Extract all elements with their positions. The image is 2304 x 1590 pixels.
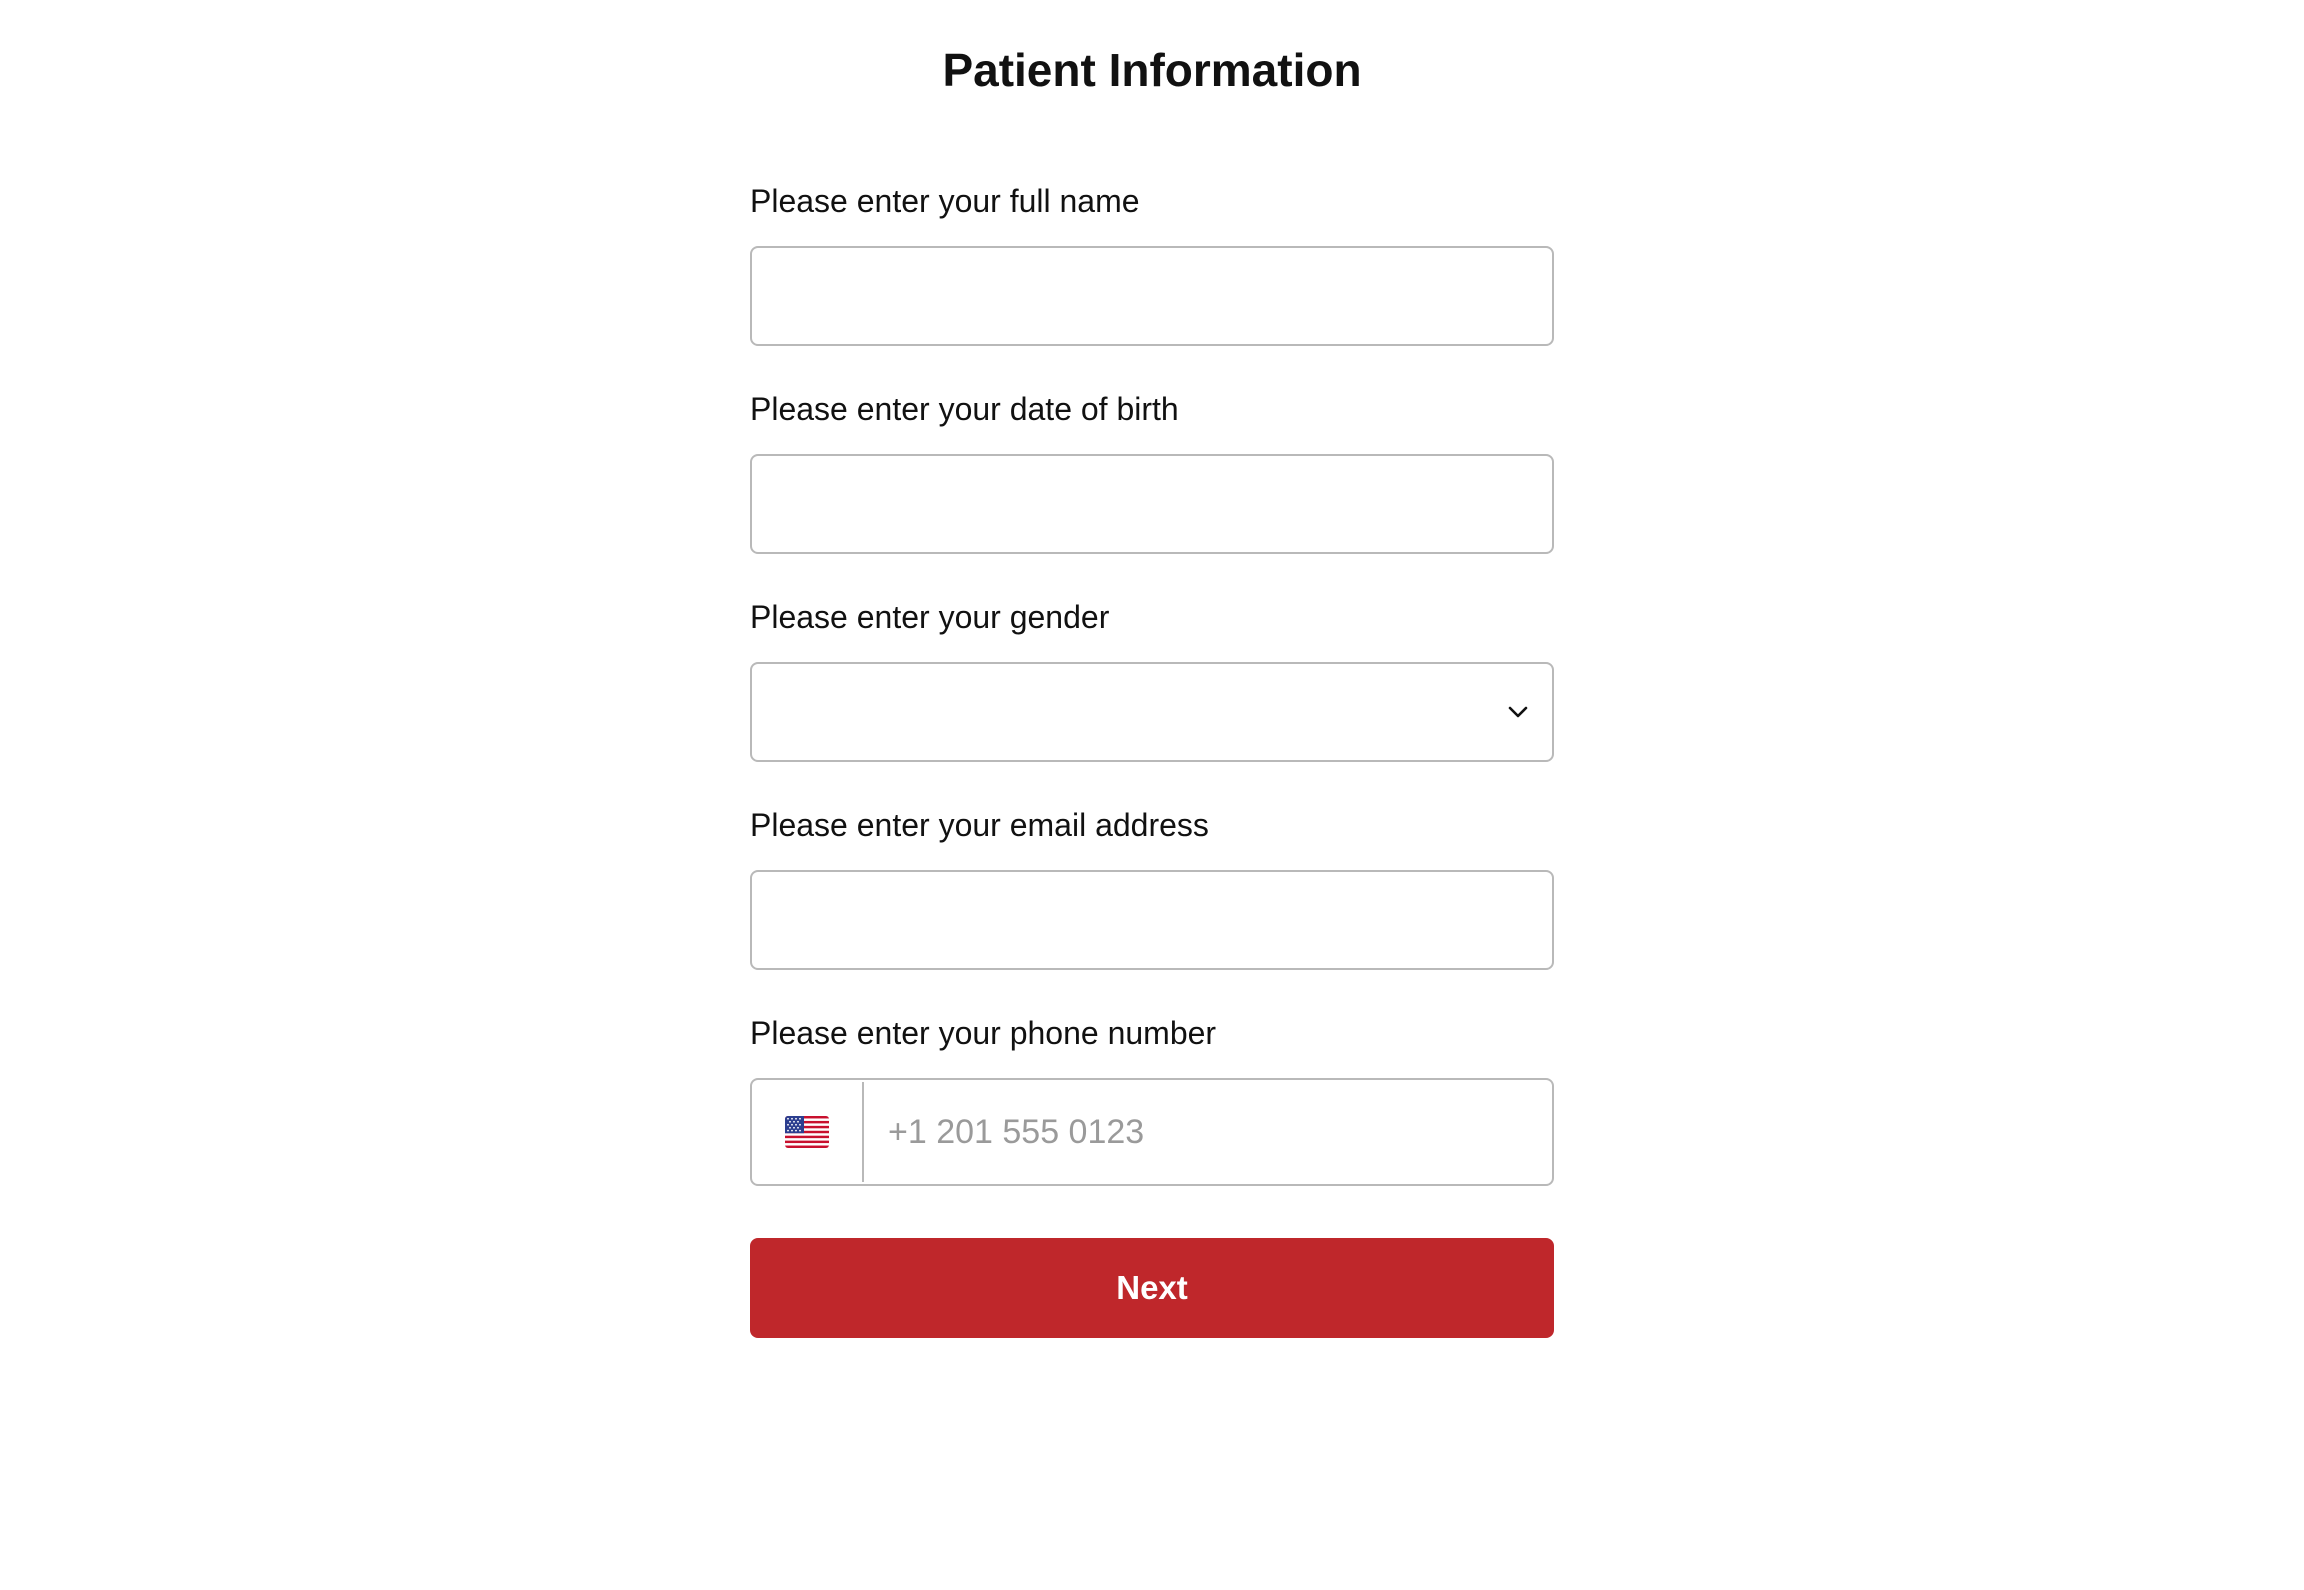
chevron-down-icon: [1508, 706, 1528, 718]
patient-information-page: Patient Information Please enter your fu…: [0, 0, 2304, 1590]
gender-label: Please enter your gender: [750, 599, 1110, 635]
date-of-birth-label: Please enter your date of birth: [750, 391, 1179, 427]
gender-select[interactable]: [750, 662, 1554, 762]
date-of-birth-input[interactable]: [750, 454, 1554, 554]
next-button[interactable]: Next: [750, 1238, 1554, 1338]
us-flag-icon: [785, 1116, 829, 1148]
full-name-label: Please enter your full name: [750, 183, 1140, 219]
country-code-selector[interactable]: [752, 1082, 864, 1182]
phone-field: Please enter your phone number: [750, 1010, 1554, 1186]
phone-input-group: [750, 1078, 1554, 1186]
full-name-field: Please enter your full name: [750, 178, 1554, 346]
email-label: Please enter your email address: [750, 807, 1209, 843]
phone-number-input[interactable]: [864, 1080, 1552, 1184]
patient-information-form: Please enter your full name Please enter…: [750, 178, 1554, 1338]
full-name-input[interactable]: [750, 246, 1554, 346]
page-title: Patient Information: [942, 44, 1362, 96]
email-input[interactable]: [750, 870, 1554, 970]
email-field: Please enter your email address: [750, 802, 1554, 970]
date-of-birth-field: Please enter your date of birth: [750, 386, 1554, 554]
gender-field: Please enter your gender: [750, 594, 1554, 762]
phone-label: Please enter your phone number: [750, 1015, 1217, 1051]
